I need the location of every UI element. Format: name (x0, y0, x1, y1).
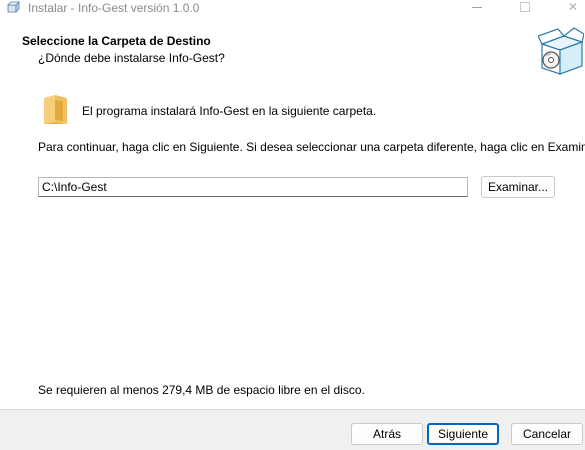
folder-icon (41, 94, 69, 126)
browse-button[interactable]: Examinar... (481, 176, 555, 198)
minimize-button[interactable] (470, 0, 484, 14)
back-button[interactable]: Atrás (351, 423, 423, 445)
wizard-footer: Atrás Siguiente Cancelar (0, 409, 585, 450)
installer-app-icon (6, 1, 20, 15)
maximize-button[interactable] (520, 2, 530, 12)
page-title: Seleccione la Carpeta de Destino (22, 34, 211, 48)
window-title: Instalar - Info-Gest versión 1.0.0 (28, 1, 200, 15)
setup-box-icon (537, 26, 585, 78)
wizard-header: Seleccione la Carpeta de Destino ¿Dónde … (0, 18, 585, 80)
close-button[interactable]: ✕ (566, 0, 580, 14)
page-subtitle: ¿Dónde debe instalarse Info-Gest? (38, 51, 225, 65)
title-bar: Instalar - Info-Gest versión 1.0.0 ✕ (0, 0, 585, 18)
destination-path-input[interactable] (38, 177, 468, 197)
install-location-intro: El programa instalará Info-Gest en la si… (82, 104, 377, 118)
disk-space-requirement: Se requieren al menos 279,4 MB de espaci… (38, 383, 365, 397)
next-button[interactable]: Siguiente (427, 423, 499, 445)
cancel-button[interactable]: Cancelar (511, 423, 583, 445)
instructions-text: Para continuar, haga clic en Siguiente. … (38, 140, 585, 154)
